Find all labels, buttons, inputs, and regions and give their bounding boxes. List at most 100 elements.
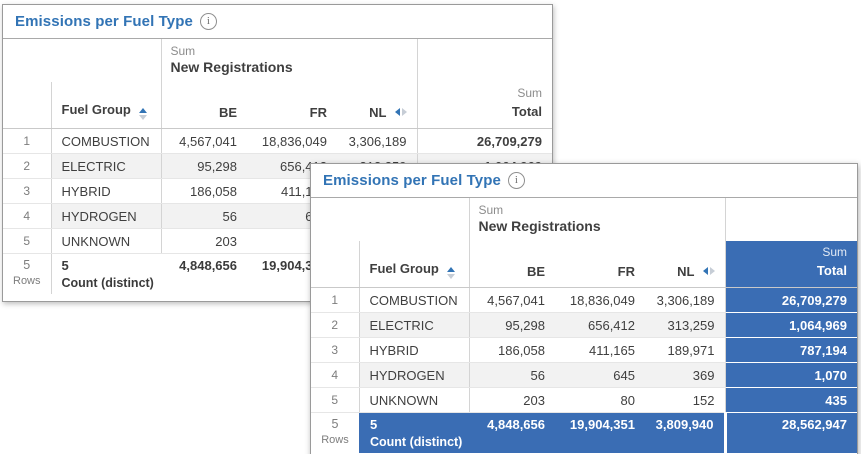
fr-total-cell: 19,904,351	[555, 413, 645, 454]
measure-aggregation-label: Sum	[479, 203, 716, 218]
row-number: 2	[3, 154, 51, 179]
be-value-cell: 186,058	[469, 338, 555, 363]
measure-label: New Registrations	[171, 59, 408, 76]
column-header-total[interactable]: Sum Total	[417, 82, 552, 129]
column-header-row: Fuel Group BE FR NL Sum Total	[3, 82, 552, 129]
column-header-fr[interactable]: FR	[247, 82, 337, 129]
widget-titlebar: Emissions per Fuel Type i	[311, 164, 857, 198]
fuel-value-cell[interactable]: COMBUSTION	[359, 288, 469, 313]
be-value-cell: 4,567,041	[469, 288, 555, 313]
nl-value-cell: 152	[645, 388, 725, 413]
total-value-cell: 1,070	[725, 363, 857, 388]
row-number: 3	[3, 179, 51, 204]
fuel-value-cell[interactable]: UNKNOWN	[51, 229, 161, 254]
be-total-cell: 4,848,656	[161, 254, 247, 295]
fuel-group-header-label: Fuel Group	[370, 261, 439, 276]
grand-total-cell: 28,562,947	[725, 413, 857, 454]
column-header-be[interactable]: BE	[161, 82, 247, 129]
column-header-total[interactable]: Sum Total	[725, 241, 857, 288]
fr-value-cell: 18,836,049	[247, 129, 337, 154]
nl-header-label: NL	[369, 105, 386, 120]
totals-row: 5 Rows 5 Count (distinct) 4,848,656 19,9…	[311, 413, 857, 454]
be-value-cell: 203	[469, 388, 555, 413]
widget-title: Emissions per Fuel Type	[15, 13, 193, 30]
row-number: 5	[311, 388, 359, 413]
fuel-value-cell[interactable]: ELECTRIC	[51, 154, 161, 179]
pivot-widget-front: Emissions per Fuel Type i Sum New Regist…	[310, 163, 858, 454]
total-blank-cell	[725, 198, 857, 241]
column-header-fuel-group[interactable]: Fuel Group	[359, 241, 469, 288]
row-number: 4	[3, 204, 51, 229]
count-distinct-label: Count (distinct)	[370, 435, 459, 449]
rows-label: Rows	[321, 434, 349, 446]
be-value-cell: 56	[469, 363, 555, 388]
fr-value-cell: 80	[555, 388, 645, 413]
total-value-cell: 1,064,969	[725, 313, 857, 338]
total-aggregation-label: Sum	[736, 245, 848, 260]
sort-ascending-icon[interactable]	[139, 108, 147, 120]
measure-group-header: Sum New Registrations	[469, 198, 725, 241]
count-distinct-cell: 5 Count (distinct)	[359, 413, 469, 454]
column-header-fuel-group[interactable]: Fuel Group	[51, 82, 161, 129]
nl-total-cell: 3,809,940	[645, 413, 725, 454]
fuel-value-cell[interactable]: HYBRID	[359, 338, 469, 363]
nl-value-cell: 3,306,189	[337, 129, 417, 154]
nl-header-label: NL	[677, 264, 694, 279]
count-distinct-value: 5	[62, 258, 152, 273]
be-value-cell: 95,298	[161, 154, 247, 179]
sort-ascending-icon[interactable]	[447, 267, 455, 279]
table-row: 1 COMBUSTION 4,567,041 18,836,049 3,306,…	[311, 288, 857, 313]
table-row: 4 HYDROGEN 56 645 369 1,070	[311, 363, 857, 388]
fr-value-cell: 656,412	[555, 313, 645, 338]
measure-group-header: Sum New Registrations	[161, 39, 417, 82]
measure-group-row: Sum New Registrations	[311, 198, 857, 241]
total-value-cell: 435	[725, 388, 857, 413]
column-header-nl[interactable]: NL	[645, 241, 725, 288]
table-row: 2 ELECTRIC 95,298 656,412 313,259 1,064,…	[311, 313, 857, 338]
column-header-nl[interactable]: NL	[337, 82, 417, 129]
nl-value-cell: 313,259	[645, 313, 725, 338]
row-number: 1	[3, 129, 51, 154]
column-collapse-icon[interactable]	[395, 108, 407, 116]
fuel-value-cell[interactable]: HYDROGEN	[51, 204, 161, 229]
fr-value-cell: 411,165	[555, 338, 645, 363]
widget-titlebar: Emissions per Fuel Type i	[3, 5, 552, 39]
fuel-value-cell[interactable]: HYBRID	[51, 179, 161, 204]
rows-count-cell: 5 Rows	[3, 254, 51, 295]
fuel-value-cell[interactable]: ELECTRIC	[359, 313, 469, 338]
measure-aggregation-label: Sum	[171, 44, 408, 59]
fuel-group-header-label: Fuel Group	[62, 102, 131, 117]
column-collapse-icon[interactable]	[703, 267, 715, 275]
fuel-value-cell[interactable]: HYDROGEN	[359, 363, 469, 388]
row-number: 3	[311, 338, 359, 363]
count-distinct-label: Count (distinct)	[62, 276, 152, 290]
rows-label: Rows	[13, 275, 41, 287]
header-blank-cell	[311, 198, 469, 241]
be-total-cell: 4,848,656	[469, 413, 555, 454]
be-value-cell: 95,298	[469, 313, 555, 338]
measure-label: New Registrations	[479, 218, 716, 235]
total-aggregation-label: Sum	[428, 86, 543, 101]
nl-value-cell: 189,971	[645, 338, 725, 363]
count-distinct-cell: 5 Count (distinct)	[51, 254, 161, 295]
column-header-fr[interactable]: FR	[555, 241, 645, 288]
widget-title: Emissions per Fuel Type	[323, 172, 501, 189]
info-icon[interactable]: i	[200, 13, 217, 30]
row-number: 4	[311, 363, 359, 388]
table-row: 3 HYBRID 186,058 411,165 189,971 787,194	[311, 338, 857, 363]
be-value-cell: 203	[161, 229, 247, 254]
table-row: 1 COMBUSTION 4,567,041 18,836,049 3,306,…	[3, 129, 552, 154]
header-blank-cell	[3, 39, 161, 82]
dashboard-canvas: Emissions per Fuel Type i Sum New Regist…	[0, 0, 861, 454]
nl-value-cell: 369	[645, 363, 725, 388]
table-row: 5 UNKNOWN 203 80 152 435	[311, 388, 857, 413]
info-icon[interactable]: i	[508, 172, 525, 189]
corner-cell	[3, 82, 51, 129]
count-distinct-value: 5	[370, 417, 459, 432]
fuel-value-cell[interactable]: UNKNOWN	[359, 388, 469, 413]
total-header-label: Total	[736, 262, 848, 279]
total-blank-cell	[417, 39, 552, 82]
column-header-be[interactable]: BE	[469, 241, 555, 288]
fuel-value-cell[interactable]: COMBUSTION	[51, 129, 161, 154]
row-number: 2	[311, 313, 359, 338]
